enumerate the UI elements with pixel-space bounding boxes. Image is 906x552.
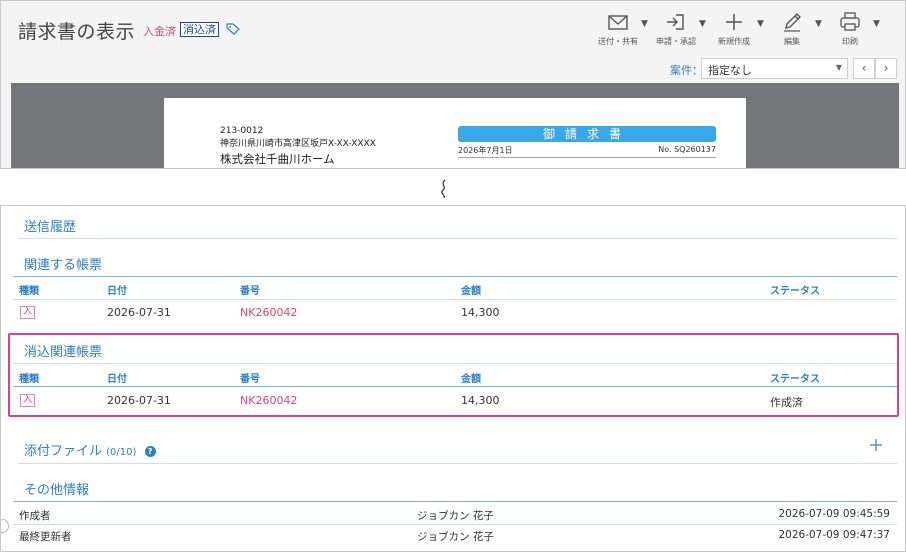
col-status: ステータス (770, 374, 820, 385)
cleared-related-documents-heading: 消込関連帳票 (24, 345, 103, 360)
invoice-number: No. SQ260137 (658, 145, 716, 154)
row-status: 作成済 (770, 396, 803, 409)
divider (13, 299, 897, 300)
kind-badge: 入 (20, 306, 35, 319)
invoice-date: 2026年7月1日 (458, 146, 513, 155)
case-filter-select[interactable]: 指定なし ▼ (701, 58, 848, 79)
divider (13, 386, 897, 387)
pencil-icon (784, 13, 801, 32)
chevron-down-icon[interactable]: ▼ (873, 19, 880, 29)
related-documents-heading: 関連する帳票 (24, 258, 103, 273)
help-icon[interactable]: ? (144, 446, 156, 457)
case-filter-label: 案件： (670, 64, 703, 77)
last-updater-label: 最終更新者 (19, 531, 72, 543)
col-amount: 金額 (461, 374, 481, 385)
divider (18, 463, 897, 464)
send-share-button[interactable]: ▼ 送付・共有 (597, 9, 655, 49)
creator-label: 作成者 (19, 510, 51, 522)
row-date: 2026-07-31 (107, 306, 171, 319)
row-date: 2026-07-31 (107, 394, 171, 407)
next-page-button[interactable]: › (875, 58, 897, 79)
chevron-down-icon: ▼ (835, 63, 842, 72)
col-date: 日付 (107, 374, 127, 385)
edit-button[interactable]: ▼ 編集 (771, 9, 829, 49)
invoice-view-panel: 請求書の表示 入金済 消込済 ▼ 送付・共有 ▼ 申請・承認 ▼ 新規作成 ▼ … (0, 0, 906, 169)
invoice-heading: 御請求書 (458, 126, 716, 142)
divider (458, 157, 716, 158)
submit-arrow-icon (667, 14, 684, 30)
col-kind: 種類 (19, 286, 39, 297)
col-amount: 金額 (461, 286, 481, 297)
print-label: 印刷 (842, 37, 858, 46)
details-panel: 送信履歴 関連する帳票 種類 日付 番号 金額 ステータス 入 2026-07-… (0, 205, 906, 552)
print-button[interactable]: ▼ 印刷 (829, 9, 887, 49)
row-number-link[interactable]: NK260042 (240, 306, 297, 319)
cut-mark (441, 179, 446, 199)
document-preview[interactable]: 213-0012 神奈川県川崎市高津区坂戸X-XX-XXXX 株式会社千曲川ホー… (11, 83, 899, 168)
toolbar: ▼ 送付・共有 ▼ 申請・承認 ▼ 新規作成 ▼ 編集 ▼ 印刷 (597, 9, 887, 49)
add-attachment-icon[interactable] (869, 438, 883, 452)
created-time: 2026-07-09 09:45:59 (778, 508, 890, 520)
send-history-heading[interactable]: 送信履歴 (24, 216, 76, 235)
printer-icon (840, 12, 860, 31)
attachments-count: (0/10) (106, 447, 137, 458)
other-info-heading: その他情報 (24, 483, 90, 498)
col-number: 番号 (240, 374, 260, 385)
col-date: 日付 (107, 286, 127, 297)
divider (13, 276, 897, 277)
kind-badge: 入 (20, 394, 35, 407)
new-create-button[interactable]: ▼ 新規作成 (713, 9, 771, 49)
page-title: 請求書の表示 (18, 21, 136, 43)
updated-time: 2026-07-09 09:47:37 (778, 529, 890, 541)
prev-page-button[interactable]: ‹ (853, 58, 875, 79)
postal-code: 213-0012 (220, 126, 264, 136)
chevron-down-icon[interactable]: ▼ (815, 19, 822, 29)
tag-icon[interactable] (226, 23, 240, 35)
attachments-heading[interactable]: 添付ファイル (0/10) ? (24, 440, 156, 459)
col-number: 番号 (240, 286, 260, 297)
row-number-link[interactable]: NK260042 (240, 394, 297, 407)
invoice-paper: 213-0012 神奈川県川崎市高津区坂戸X-XX-XXXX 株式会社千曲川ホー… (164, 98, 746, 168)
divider (18, 238, 897, 239)
recipient-address: 神奈川県川崎市高津区坂戸X-XX-XXXX (220, 139, 376, 149)
chevron-down-icon[interactable]: ▼ (699, 19, 706, 29)
divider (13, 524, 897, 525)
send-share-label: 送付・共有 (598, 37, 638, 46)
chevron-down-icon[interactable]: ▼ (757, 19, 764, 29)
paid-status-badge: 入金済 (143, 25, 176, 38)
col-kind: 種類 (19, 374, 39, 385)
chevron-down-icon[interactable]: ▼ (641, 19, 648, 29)
case-filter-value: 指定なし (708, 64, 752, 77)
submit-approve-label: 申請・承認 (656, 37, 696, 46)
cleared-status-badge: 消込済 (180, 22, 219, 37)
last-updater-name: ジョブカン 花子 (417, 531, 494, 543)
scroll-edge-icon[interactable] (1, 519, 9, 533)
divider (13, 363, 897, 364)
edit-label: 編集 (784, 37, 800, 46)
new-create-label: 新規作成 (718, 37, 750, 46)
divider (13, 501, 897, 502)
submit-approve-button[interactable]: ▼ 申請・承認 (655, 9, 713, 49)
recipient-company: 株式会社千曲川ホーム (220, 152, 335, 166)
plus-icon (726, 14, 742, 30)
col-status: ステータス (770, 286, 820, 297)
envelope-icon (608, 15, 628, 30)
row-amount: 14,300 (461, 306, 500, 319)
row-amount: 14,300 (461, 394, 500, 407)
creator-name: ジョブカン 花子 (417, 510, 494, 522)
attachments-label: 添付ファイル (24, 444, 103, 459)
